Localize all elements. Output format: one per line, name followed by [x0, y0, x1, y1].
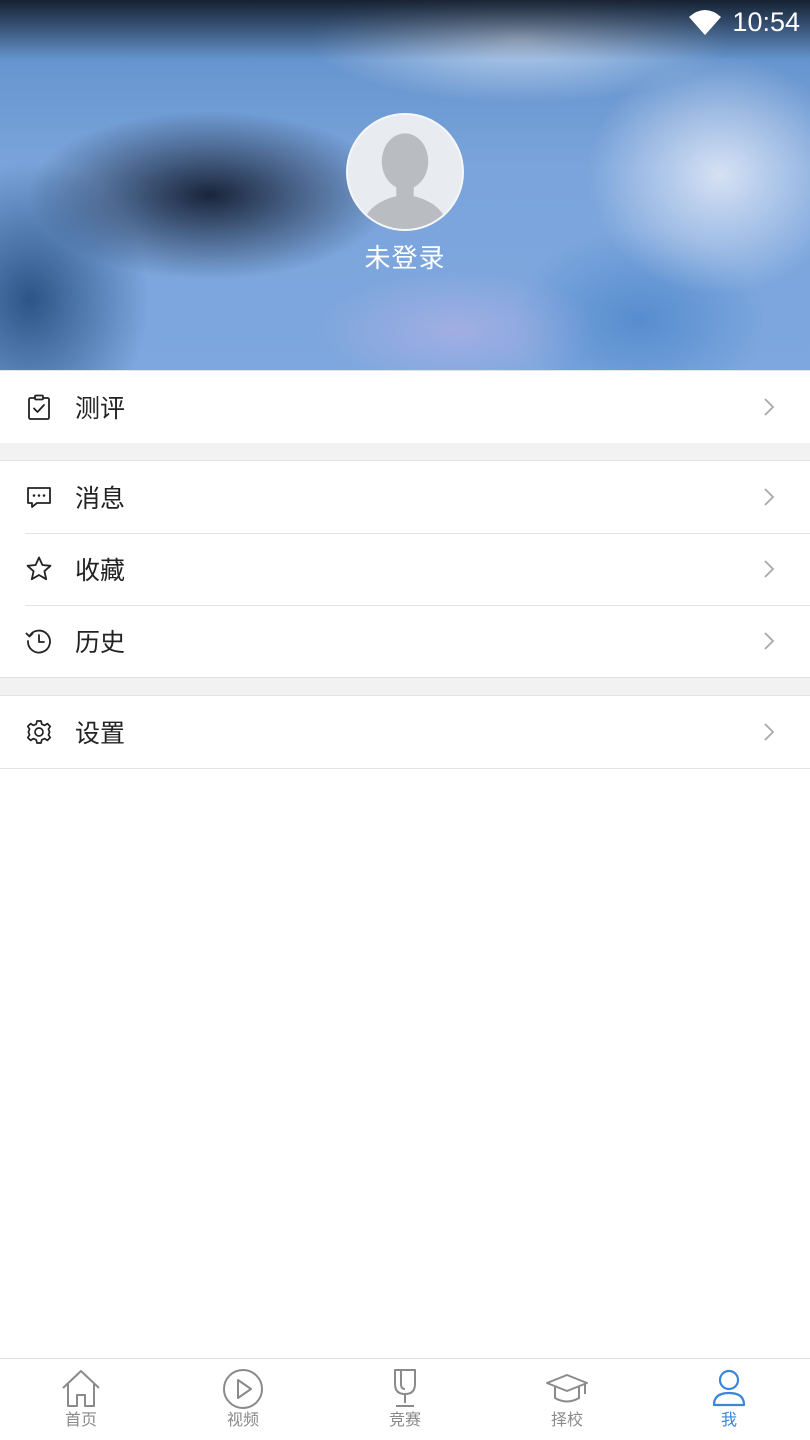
chevron-right-icon: [762, 721, 776, 743]
menu-label-favorites: 收藏: [75, 556, 126, 585]
nav-tab-me[interactable]: 我: [648, 1359, 810, 1440]
bottom-nav: 首页 视频 竞赛 择校 我: [0, 1358, 810, 1440]
nav-label-school: 择校: [550, 1410, 583, 1429]
nav-tab-video[interactable]: 视频: [162, 1359, 324, 1440]
menu-label-evaluation: 测评: [75, 394, 126, 423]
menu-label-settings: 设置: [75, 719, 126, 748]
menu-item-settings[interactable]: 设置: [0, 696, 810, 768]
nav-label-home: 首页: [64, 1410, 97, 1429]
wifi-icon: [688, 8, 722, 36]
status-time: 10:54: [732, 6, 800, 37]
menu-group-activity: 消息 收藏 历史: [0, 460, 810, 678]
menu-item-favorites[interactable]: 收藏: [0, 533, 810, 605]
menu-item-history[interactable]: 历史: [0, 605, 810, 677]
chat-bubble-icon: [25, 483, 53, 511]
menu-group-settings: 设置: [0, 695, 810, 769]
star-icon: [25, 555, 53, 583]
chevron-right-icon: [762, 396, 776, 418]
menu-item-messages[interactable]: 消息: [0, 461, 810, 533]
nav-tab-contest[interactable]: 竞赛: [324, 1359, 486, 1440]
menu-label-history: 历史: [75, 628, 126, 657]
chevron-right-icon: [762, 558, 776, 580]
section-gap: [0, 443, 810, 460]
profile-header: 10:54 未登录: [0, 0, 810, 370]
nav-tab-school[interactable]: 择校: [486, 1359, 648, 1440]
status-bar: 10:54: [688, 0, 800, 44]
nav-label-me: 我: [720, 1410, 737, 1429]
menu-item-evaluation[interactable]: 测评: [0, 371, 810, 443]
nav-label-video: 视频: [226, 1410, 259, 1429]
chevron-right-icon: [762, 630, 776, 652]
section-gap: [0, 678, 810, 695]
login-status-label[interactable]: 未登录: [0, 238, 810, 275]
profile-screen: 10:54 未登录 测评 消息 收藏 历史 设置 首页 视频 竞赛 择校 我: [0, 0, 810, 1440]
menu-group-evaluation: 测评: [0, 370, 810, 444]
trophy-icon: [383, 1367, 427, 1411]
nav-tab-home[interactable]: 首页: [0, 1359, 162, 1440]
clock-history-icon: [25, 627, 53, 655]
home-icon: [59, 1367, 103, 1411]
user-icon: [707, 1367, 751, 1411]
menu-label-messages: 消息: [75, 484, 126, 513]
nav-label-contest: 竞赛: [388, 1410, 421, 1429]
graduation-cap-icon: [545, 1367, 589, 1411]
gear-icon: [25, 718, 53, 746]
play-circle-icon: [221, 1367, 265, 1411]
clipboard-check-icon: [25, 393, 53, 421]
default-avatar-icon[interactable]: [346, 113, 464, 231]
chevron-right-icon: [762, 486, 776, 508]
